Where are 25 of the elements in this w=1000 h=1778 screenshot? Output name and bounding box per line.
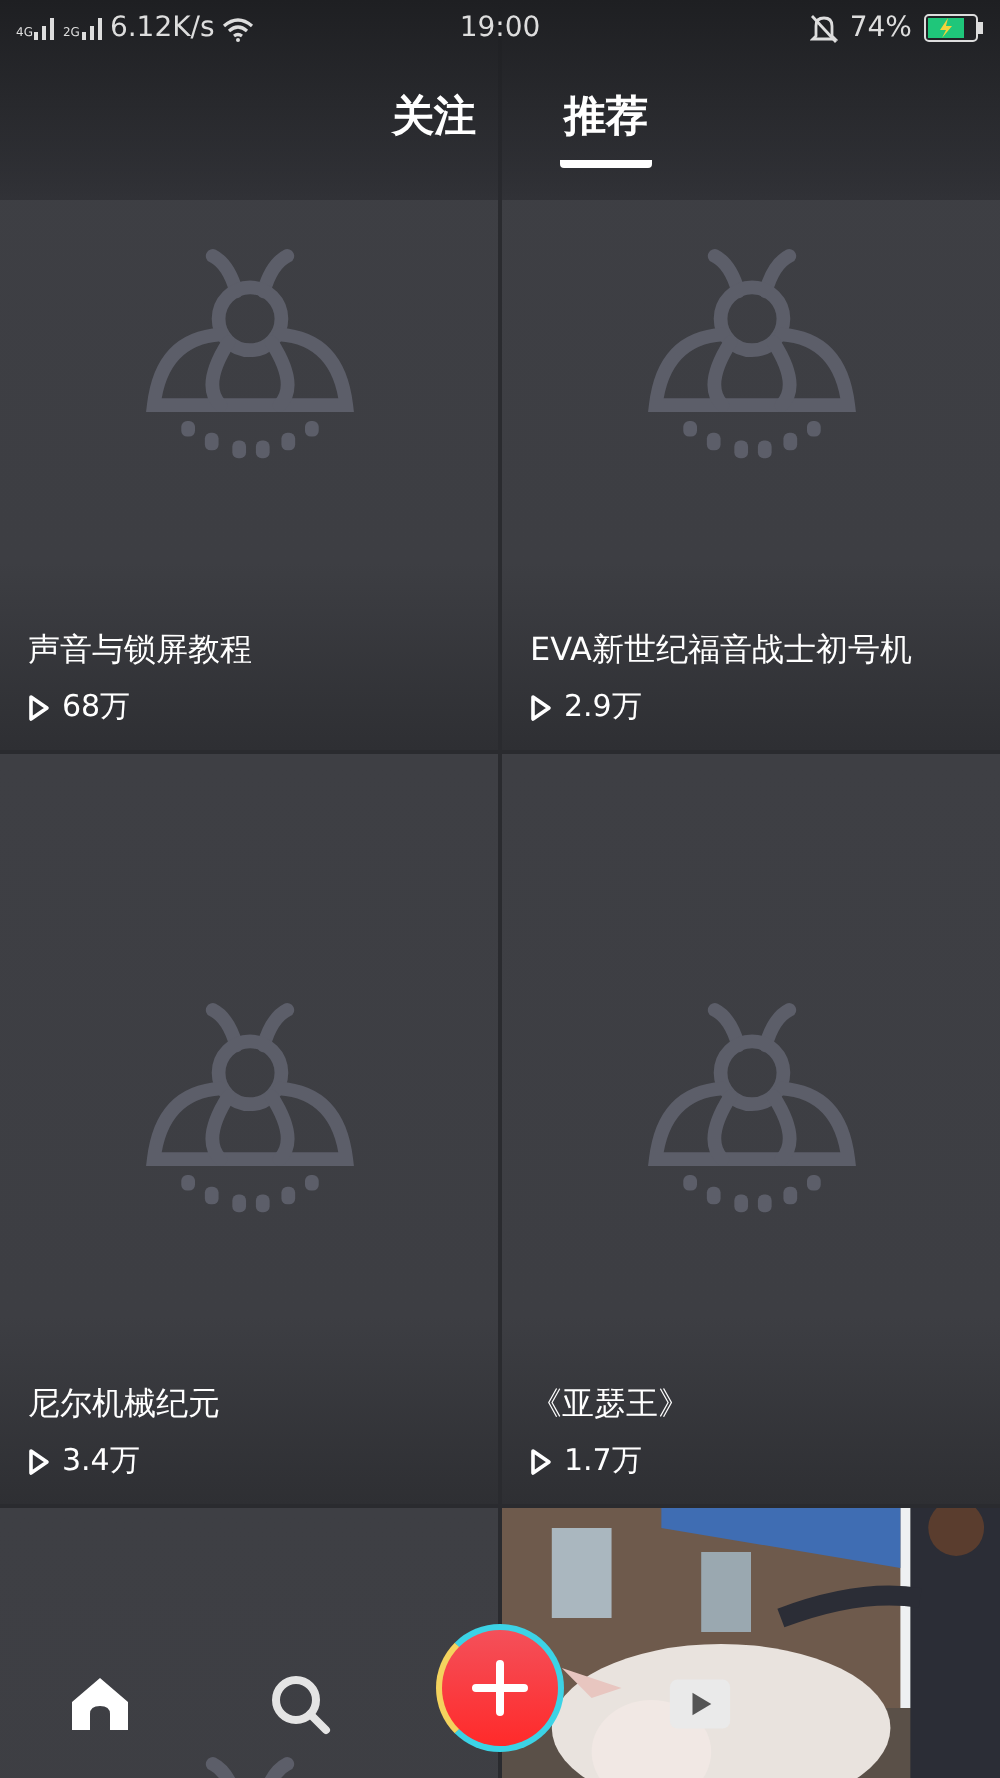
play-count: 3.4万	[62, 1442, 140, 1480]
play-icon	[28, 1447, 50, 1475]
clock-time: 19:00	[457, 12, 543, 44]
play-count: 68万	[62, 688, 131, 726]
battery-icon	[923, 14, 984, 42]
tab[interactable]: 关注	[388, 80, 480, 168]
wifi-icon	[222, 15, 255, 41]
play-icon	[530, 1447, 552, 1475]
video-title: 《亚瑟王》	[530, 1384, 690, 1426]
signal-icon	[34, 16, 55, 40]
home-icon[interactable]	[68, 1672, 132, 1736]
video-title: 声音与锁屏教程	[28, 630, 252, 672]
search-icon[interactable]	[268, 1672, 332, 1736]
video-title: EVA新世纪福音战士初号机	[530, 630, 912, 672]
play-count: 1.7万	[564, 1442, 642, 1480]
play-icon	[530, 693, 552, 721]
play-icon	[28, 693, 50, 721]
video-title: 尼尔机械纪元	[28, 1384, 220, 1426]
signal-icon	[81, 16, 102, 40]
play-count: 2.9万	[564, 688, 642, 726]
muted-bell-icon	[809, 13, 838, 43]
plus-icon	[470, 1658, 530, 1718]
tab[interactable]: 推荐	[560, 80, 652, 168]
network-speed: 6.12K/s	[109, 12, 215, 44]
battery-percent: 74%	[849, 12, 912, 44]
